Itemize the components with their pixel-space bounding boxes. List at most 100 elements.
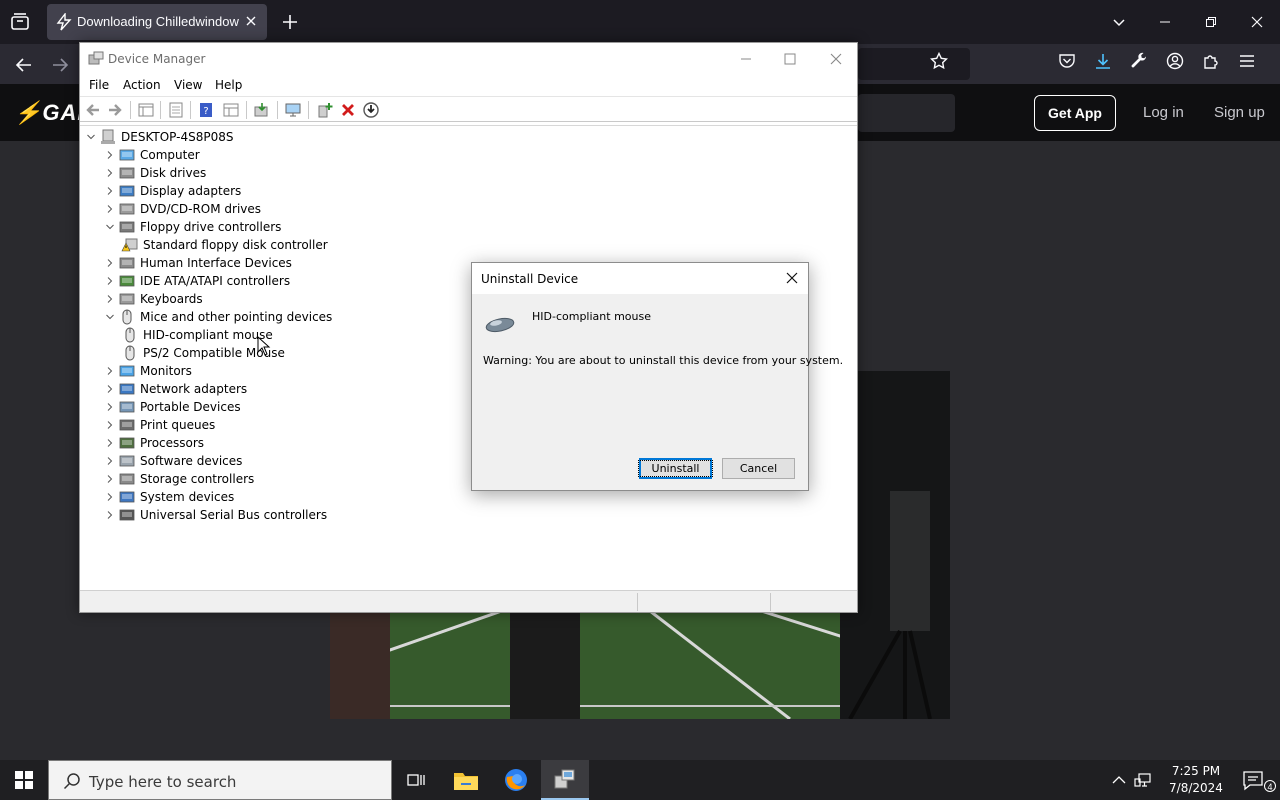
collapsed-chevron-icon[interactable] [102,183,118,199]
tree-category-row[interactable]: Storage controllers [102,470,254,488]
tree-item-label: Universal Serial Bus controllers [140,508,328,522]
file-explorer-icon[interactable] [442,760,490,800]
disable-device-icon[interactable] [362,101,380,119]
back-arrow-icon[interactable] [13,54,35,76]
tree-category-row[interactable]: Software devices [102,452,242,470]
get-app-button[interactable]: Get App [1034,95,1116,131]
collapsed-chevron-icon[interactable] [102,435,118,451]
tree-root-row[interactable]: DESKTOP-4S8P08S [83,128,233,146]
bookmark-star-icon[interactable] [929,51,949,70]
tree-category-row[interactable]: Universal Serial Bus controllers [102,506,327,524]
dm-maximize-icon[interactable] [780,49,800,69]
menu-action[interactable]: Action [123,78,161,92]
firefox-icon[interactable] [492,760,540,800]
computer-root-icon [99,129,117,145]
tree-category-row[interactable]: System devices [102,488,234,506]
collapsed-chevron-icon[interactable] [102,147,118,163]
dialog-titlebar[interactable]: Uninstall Device [472,263,808,294]
help-icon[interactable]: ? [197,101,215,119]
signup-link[interactable]: Sign up [1214,104,1265,121]
collapsed-chevron-icon[interactable] [102,417,118,433]
add-driver-icon[interactable] [316,101,334,119]
tree-category-row[interactable]: Portable Devices [102,398,241,416]
show-hidden-icons-chevron-icon[interactable] [1110,771,1128,789]
collapsed-chevron-icon[interactable] [102,165,118,181]
collapsed-chevron-icon[interactable] [102,201,118,217]
dm-close-icon[interactable] [826,49,846,69]
collapsed-chevron-icon[interactable] [102,471,118,487]
url-bar[interactable] [858,48,970,80]
expanded-chevron-icon[interactable] [83,129,99,145]
uninstall-device-x-icon[interactable] [339,101,357,119]
taskbar-clock[interactable]: 7:25 PM 7/8/2024 [1166,763,1226,797]
device-manager-taskbar-icon[interactable] [541,760,589,800]
login-link[interactable]: Log in [1143,104,1184,121]
browser-tab-active[interactable]: Downloading Chilledwindows.exe [47,4,267,40]
tree-category-row[interactable]: DVD/CD-ROM drives [102,200,261,218]
collapsed-chevron-icon[interactable] [102,381,118,397]
back-icon[interactable] [84,101,102,119]
tree-device-row[interactable]: HID-compliant mouse [121,326,273,344]
collapsed-chevron-icon[interactable] [102,273,118,289]
tree-category-row[interactable]: Keyboards [102,290,203,308]
collapsed-chevron-icon[interactable] [102,291,118,307]
pocket-icon[interactable] [1058,52,1076,70]
tree-category-row[interactable]: Network adapters [102,380,247,398]
update-driver-icon[interactable] [253,101,271,119]
collapsed-chevron-icon[interactable] [102,399,118,415]
tree-category-row[interactable]: Disk drives [102,164,206,182]
taskbar-search-box[interactable]: Type here to search [48,760,392,800]
device-manager-titlebar[interactable]: Device Manager [80,43,857,74]
forward-arrow-icon[interactable] [49,54,71,76]
account-icon[interactable] [1166,52,1184,70]
tree-category-row[interactable]: Display adapters [102,182,241,200]
collapsed-chevron-icon[interactable] [102,489,118,505]
forward-icon[interactable] [106,101,124,119]
tree-category-row[interactable]: IDE ATA/ATAPI controllers [102,272,290,290]
tree-category-row[interactable]: Computer [102,146,200,164]
menu-file[interactable]: File [89,78,109,92]
download-icon[interactable] [1094,52,1112,70]
properties-icon[interactable] [167,101,185,119]
tree-category-row[interactable]: Processors [102,434,204,452]
windows-start-icon[interactable] [0,760,48,800]
storage-controller-icon [118,471,136,487]
tree-category-row[interactable]: Human Interface Devices [102,254,292,272]
expanded-chevron-icon[interactable] [102,219,118,235]
minimize-icon[interactable] [1142,0,1188,44]
close-window-icon[interactable] [1234,0,1280,44]
search-placeholder: Type here to search [89,773,237,791]
site-search-box[interactable] [858,94,955,132]
tree-category-row[interactable]: Print queues [102,416,215,434]
collapsed-chevron-icon[interactable] [102,507,118,523]
collapsed-chevron-icon[interactable] [102,363,118,379]
menu-view[interactable]: View [174,78,202,92]
scan-hardware-icon[interactable] [284,101,302,119]
tree-category-row[interactable]: Monitors [102,362,192,380]
cancel-button[interactable]: Cancel [722,458,795,479]
extensions-puzzle-icon[interactable] [1202,52,1220,70]
dm-minimize-icon[interactable] [736,49,756,69]
tree-category-row[interactable]: Floppy drive controllers [102,218,281,236]
notification-center-icon[interactable] [1242,769,1264,791]
tree-device-row[interactable]: Standard floppy disk controller [121,236,328,254]
show-hide-console-tree-icon[interactable] [137,101,155,119]
network-icon[interactable] [1134,771,1152,789]
tab-list-icon[interactable] [8,10,32,34]
tree-category-row[interactable]: Mice and other pointing devices [102,308,332,326]
uninstall-button[interactable]: Uninstall [637,458,714,479]
hamburger-menu-icon[interactable] [1238,52,1256,70]
clock-date: 7/8/2024 [1169,781,1223,795]
task-view-icon[interactable] [392,760,440,800]
dialog-close-icon[interactable] [784,270,800,286]
collapsed-chevron-icon[interactable] [102,255,118,271]
view-details-icon[interactable] [222,101,240,119]
wrench-icon[interactable] [1130,52,1148,70]
menu-help[interactable]: Help [215,78,242,92]
restore-icon[interactable] [1188,0,1234,44]
tab-overflow-chevron-icon[interactable] [1096,0,1142,44]
expanded-chevron-icon[interactable] [102,309,118,325]
new-tab-plus-icon[interactable] [280,12,300,32]
tab-close-icon[interactable] [243,13,259,29]
collapsed-chevron-icon[interactable] [102,453,118,469]
